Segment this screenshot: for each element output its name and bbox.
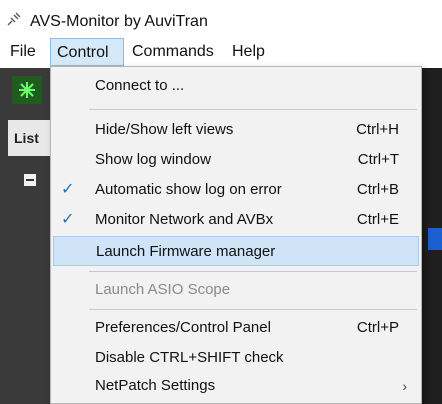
menu-control[interactable]: Control: [50, 38, 124, 66]
menu-commands[interactable]: Commands: [126, 38, 220, 66]
menu-item-shortcut: Ctrl+T: [357, 151, 399, 168]
menu-item-disable-ctrl-shift-check[interactable]: Disable CTRL+SHIFT check: [53, 343, 419, 373]
network-button[interactable]: [12, 76, 42, 104]
menu-item-label: Launch ASIO Scope: [95, 281, 231, 298]
collapse-icon[interactable]: [24, 174, 36, 186]
menu-item-shortcut: Ctrl+P: [356, 319, 399, 336]
control-menu: Connect to ... Hide/Show left views Ctrl…: [50, 66, 422, 404]
menu-item-label: Show log window: [95, 151, 211, 168]
network-star-icon: [19, 82, 35, 98]
menu-item-label: Launch Firmware manager: [96, 243, 276, 260]
window-title: AVS-Monitor by AuviTran: [30, 13, 208, 30]
menu-item-label: Connect to ...: [95, 77, 185, 94]
menu-item-netpatch-settings[interactable]: NetPatch Settings ›: [53, 371, 419, 401]
menu-item-automatic-show-log[interactable]: ✓ Automatic show log on error Ctrl+B: [53, 175, 419, 205]
check-icon: ✓: [61, 181, 75, 198]
menu-separator: [89, 271, 417, 272]
menu-help[interactable]: Help: [226, 38, 271, 66]
menu-item-label: Disable CTRL+SHIFT check: [95, 349, 284, 366]
menu-item-hide-show-left-views[interactable]: Hide/Show left views Ctrl+H: [53, 115, 419, 145]
menu-item-preferences[interactable]: Preferences/Control Panel Ctrl+P: [53, 313, 419, 343]
menu-item-label: Monitor Network and AVBx: [95, 211, 274, 228]
app-plug-icon: [7, 12, 21, 26]
check-icon: ✓: [61, 211, 75, 228]
submenu-arrow-icon: ›: [402, 378, 407, 394]
menu-item-shortcut: Ctrl+E: [356, 211, 399, 228]
title-bar: AVS-Monitor by AuviTran: [0, 0, 442, 38]
menu-item-connect-to[interactable]: Connect to ...: [53, 71, 419, 101]
menu-file[interactable]: File: [4, 38, 42, 66]
menu-separator: [89, 109, 417, 110]
menu-item-label: Preferences/Control Panel: [95, 319, 271, 336]
menu-item-monitor-network[interactable]: ✓ Monitor Network and AVBx Ctrl+E: [53, 205, 419, 235]
menu-bar: File Control Commands Help: [0, 38, 442, 68]
menu-item-shortcut: Ctrl+B: [356, 181, 399, 198]
menu-item-show-log-window[interactable]: Show log window Ctrl+T: [53, 145, 419, 175]
menu-separator: [89, 309, 417, 310]
menu-item-label: Automatic show log on error: [95, 181, 282, 198]
menu-item-launch-firmware-manager[interactable]: Launch Firmware manager: [53, 236, 419, 266]
selection-indicator: [428, 228, 442, 250]
menu-item-shortcut: Ctrl+H: [356, 121, 399, 138]
menu-item-launch-asio-scope: Launch ASIO Scope: [53, 275, 419, 305]
menu-item-label: Hide/Show left views: [95, 121, 234, 138]
tab-list[interactable]: List: [8, 120, 54, 156]
menu-item-label: NetPatch Settings: [95, 377, 216, 394]
